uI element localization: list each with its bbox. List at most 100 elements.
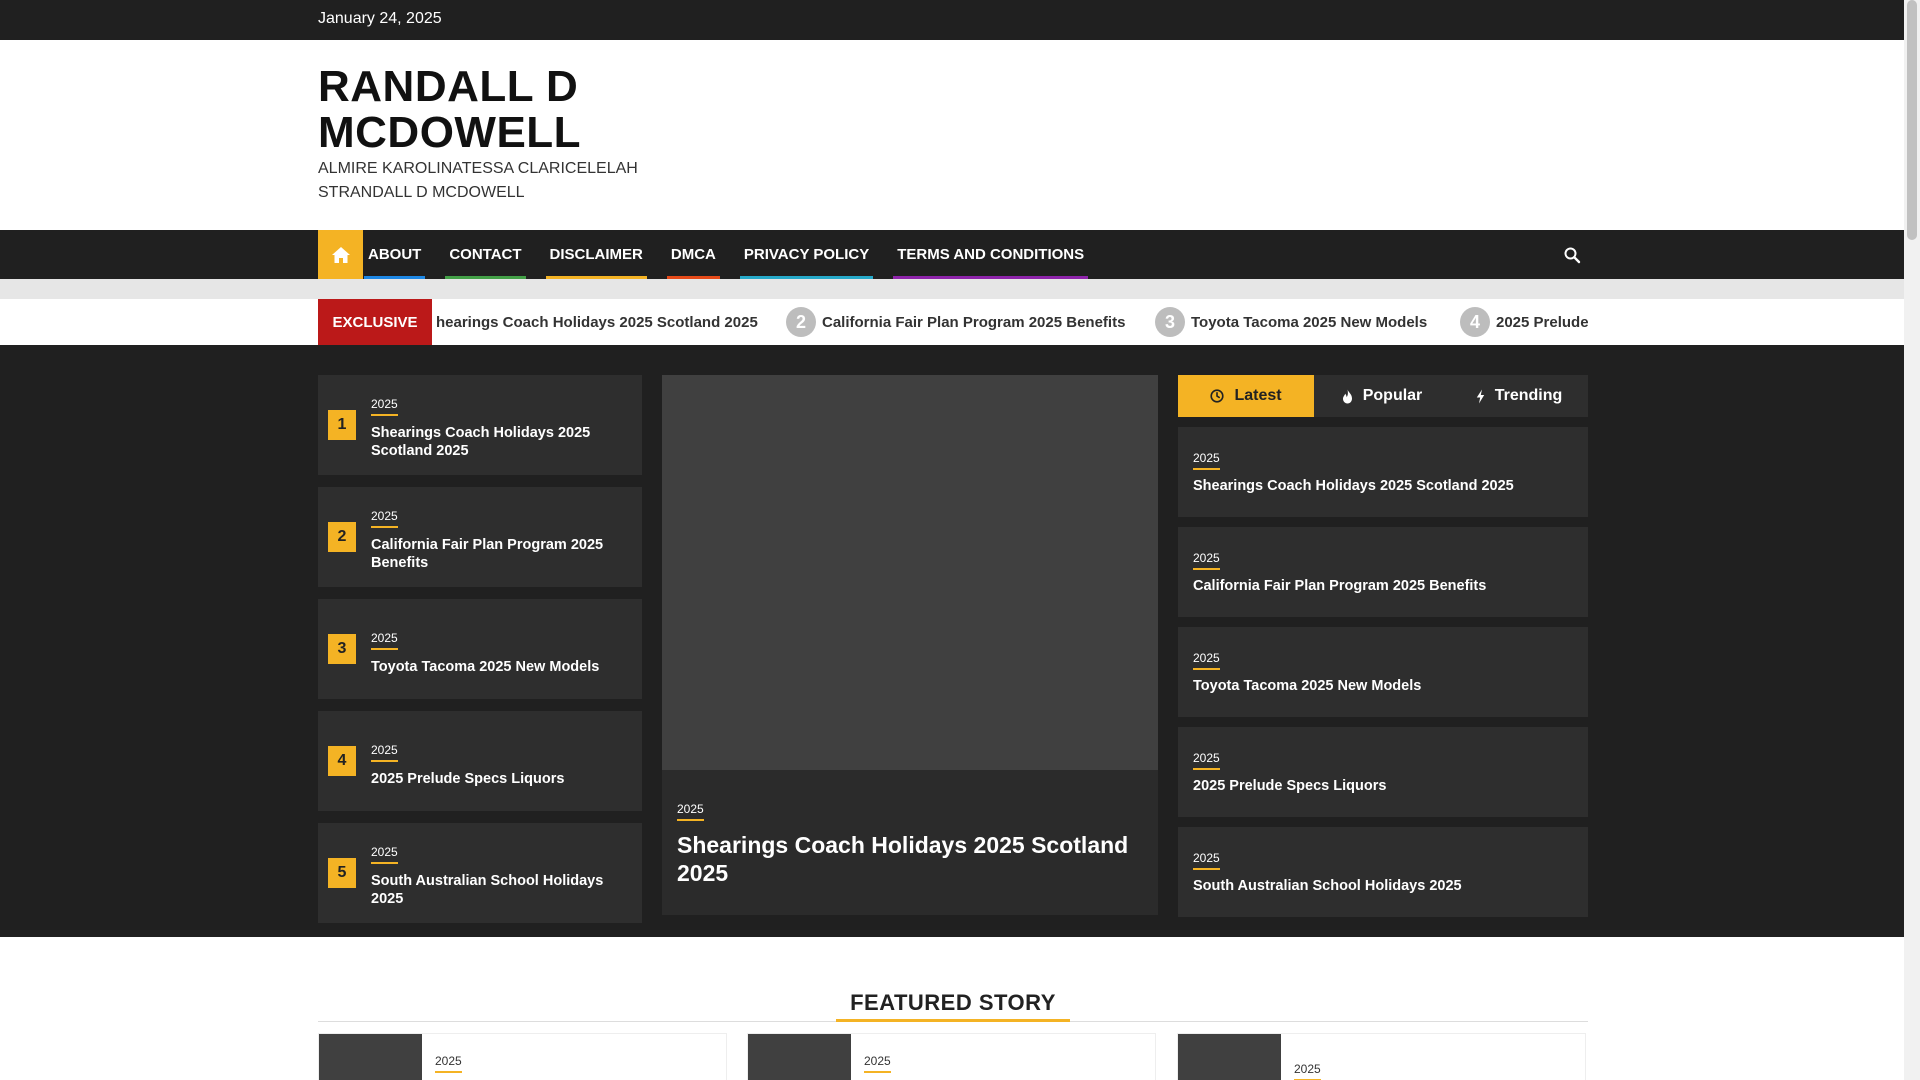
list-item-number: 5 [328,858,356,888]
tab-label: Latest [1234,387,1282,404]
ticker-item[interactable]: 4 2025 Prelude S [1460,299,1588,345]
tab-trending[interactable]: Trending [1450,375,1588,417]
ticker-item-number: 3 [1155,307,1185,337]
list-item-number: 4 [328,746,356,776]
site-title[interactable]: RANDALL D MCDOWELL [318,64,738,156]
sidebar-post[interactable]: 2025 2025 Prelude Specs Liquors [1178,727,1588,817]
home-button[interactable] [318,230,363,279]
sidebar-post[interactable]: 2025 California Fair Plan Program 2025 B… [1178,527,1588,617]
ticker-item[interactable]: 3 Toyota Tacoma 2025 New Models [1155,299,1427,345]
thumbnail-placeholder[interactable] [319,1034,422,1080]
nav-item-terms[interactable]: TERMS AND CONDITIONS [893,230,1089,279]
search-icon[interactable] [1563,246,1581,264]
featured-story-card[interactable]: 2025 [747,1033,1156,1080]
list-item-title[interactable]: California Fair Plan Program 2025 Benefi… [371,536,626,572]
nav-item-label: CONTACT [449,246,522,263]
site-header: RANDALL D MCDOWELL ALMIRE KAROLINATESSA … [0,40,1904,230]
sidebar-post-title[interactable]: Shearings Coach Holidays 2025 Scotland 2… [1193,478,1573,494]
list-item-title[interactable]: South Australian School Holidays 2025 [371,872,626,908]
category-tag[interactable]: 2025 [1193,651,1220,670]
category-tag[interactable]: 2025 [1294,1062,1321,1080]
category-tag[interactable]: 2025 [864,1054,891,1073]
tab-popular[interactable]: Popular [1314,375,1450,417]
nav-item-label: ABOUT [368,246,422,263]
ticker-item[interactable]: hearings Coach Holidays 2025 Scotland 20… [436,299,758,345]
category-tag[interactable]: 2025 [371,509,398,528]
nav-item-label: PRIVACY POLICY [743,246,870,263]
section-title: FEATURED STORY [836,990,1070,1022]
scrollbar-thumb[interactable] [1907,0,1917,240]
featured-image-placeholder[interactable] [662,375,1158,770]
list-item-number: 1 [328,410,356,440]
clock-icon [1210,389,1225,403]
current-date: January 24, 2025 [318,10,442,27]
page: January 24, 2025 RANDALL D MCDOWELL ALMI… [0,0,1904,1080]
list-item[interactable]: 1 2025 Shearings Coach Holidays 2025 Sco… [318,375,642,475]
nav-item-label: DISCLAIMER [549,246,643,263]
news-ticker: EXCLUSIVE hearings Coach Holidays 2025 S… [0,299,1904,345]
bolt-icon [1476,389,1484,403]
ticker-label: EXCLUSIVE [318,299,432,345]
category-tag[interactable]: 2025 [1193,451,1220,470]
sidebar-post-title[interactable]: Toyota Tacoma 2025 New Models [1193,678,1573,694]
thumbnail-placeholder[interactable] [1178,1034,1281,1080]
list-item-number: 2 [328,522,356,552]
nav-item-contact[interactable]: CONTACT [445,230,526,279]
sidebar-post-title[interactable]: South Australian School Holidays 2025 [1193,878,1573,894]
featured-story-card[interactable]: 2025 [318,1033,727,1080]
sidebar-post-title[interactable]: 2025 Prelude Specs Liquors [1193,778,1573,794]
list-item-title[interactable]: Toyota Tacoma 2025 New Models [371,658,626,676]
ticker-track: hearings Coach Holidays 2025 Scotland 20… [432,299,1588,345]
featured-article-title[interactable]: Shearings Coach Holidays 2025 Scotland 2… [677,831,1143,887]
main-feature-section: 1 2025 Shearings Coach Holidays 2025 Sco… [0,345,1904,937]
category-tag[interactable]: 2025 [371,631,398,650]
list-item[interactable]: 3 2025 Toyota Tacoma 2025 New Models [318,599,642,699]
home-icon [331,246,350,263]
featured-article[interactable]: 2025 Shearings Coach Holidays 2025 Scotl… [662,375,1158,915]
category-tag[interactable]: 2025 [1193,751,1220,770]
list-item[interactable]: 2 2025 California Fair Plan Program 2025… [318,487,642,587]
ticker-item-title: California Fair Plan Program 2025 Benefi… [822,313,1126,331]
featured-story-header: FEATURED STORY [318,990,1588,1022]
category-tag[interactable]: 2025 [677,802,704,821]
sidebar-post[interactable]: 2025 South Australian School Holidays 20… [1178,827,1588,917]
category-tag[interactable]: 2025 [435,1054,462,1073]
category-tag[interactable]: 2025 [1193,851,1220,870]
ticker-item-title: hearings Coach Holidays 2025 Scotland 20… [436,313,758,331]
ticker-item[interactable]: 2 California Fair Plan Program 2025 Bene… [786,299,1125,345]
top-bar: January 24, 2025 [0,0,1904,40]
category-tag[interactable]: 2025 [371,743,398,762]
list-item-title[interactable]: Shearings Coach Holidays 2025 Scotland 2… [371,424,626,460]
site-tagline: ALMIRE KAROLINATESSA CLARICELELAH STRAND… [318,160,638,201]
sidebar-post[interactable]: 2025 Toyota Tacoma 2025 New Models [1178,627,1588,717]
ticker-item-number: 2 [786,307,816,337]
list-item[interactable]: 4 2025 2025 Prelude Specs Liquors [318,711,642,811]
ticker-item-title: 2025 Prelude S [1496,313,1588,331]
featured-story-card[interactable]: 2025 [1177,1033,1586,1080]
category-tag[interactable]: 2025 [371,845,398,864]
nav-item-privacy-policy[interactable]: PRIVACY POLICY [739,230,874,279]
list-item-number: 3 [328,634,356,664]
nav-item-about[interactable]: ABOUT [364,230,426,279]
ticker-item-title: Toyota Tacoma 2025 New Models [1191,313,1428,331]
nav-item-disclaimer[interactable]: DISCLAIMER [545,230,647,279]
list-item-title[interactable]: 2025 Prelude Specs Liquors [371,770,626,788]
thumbnail-placeholder[interactable] [748,1034,851,1080]
category-tag[interactable]: 2025 [1193,551,1220,570]
tab-label: Popular [1362,387,1423,404]
category-tag[interactable]: 2025 [371,397,398,416]
list-item[interactable]: 5 2025 South Australian School Holidays … [318,823,642,923]
fire-icon [1342,389,1352,403]
main-navigation: ABOUT CONTACT DISCLAIMER DMCA PRIVACY PO… [0,230,1904,279]
nav-item-dmca[interactable]: DMCA [666,230,720,279]
tab-label: Trending [1494,387,1563,404]
nav-item-label: TERMS AND CONDITIONS [897,246,1085,263]
ticker-item-number: 4 [1460,307,1490,337]
nav-item-label: DMCA [670,246,716,263]
tab-bar: Latest Popular Trending [1178,375,1588,417]
tab-latest[interactable]: Latest [1178,375,1314,417]
page-scrollbar[interactable] [1904,0,1920,1080]
sidebar-post[interactable]: 2025 Shearings Coach Holidays 2025 Scotl… [1178,427,1588,517]
sidebar-post-title[interactable]: California Fair Plan Program 2025 Benefi… [1193,578,1573,594]
divider-strip [0,279,1904,299]
